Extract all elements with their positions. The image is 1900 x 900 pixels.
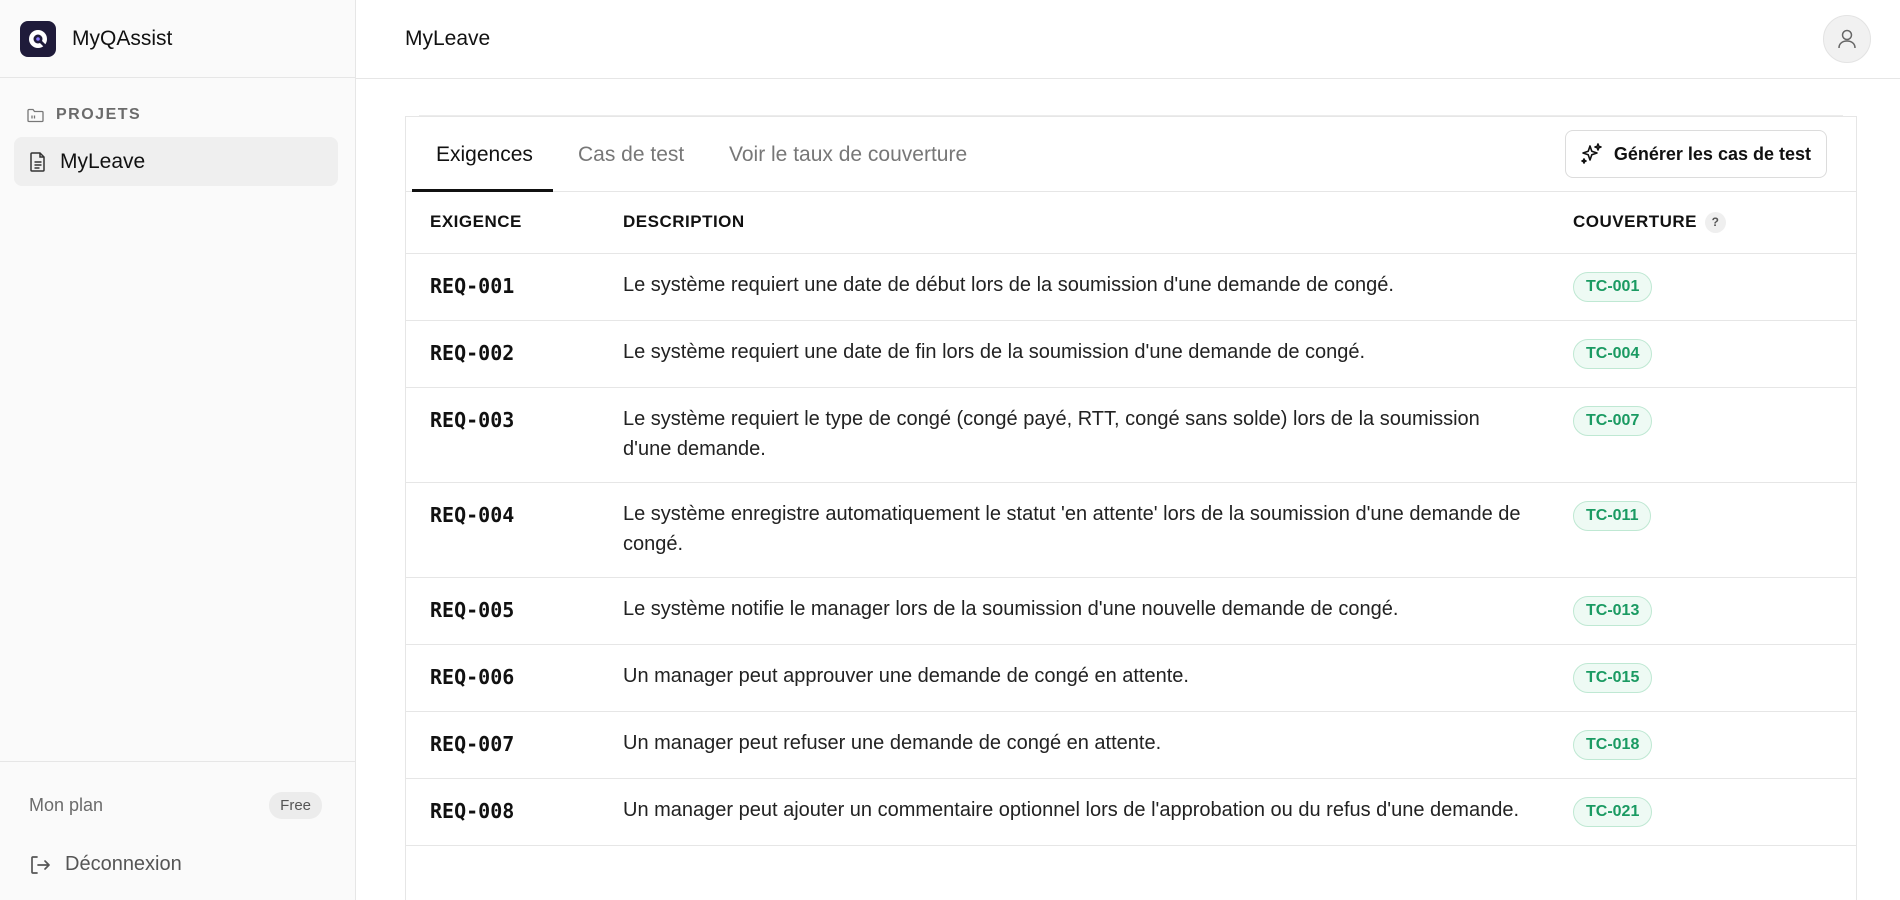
brand[interactable]: MyQAssist [0, 0, 355, 78]
sidebar-item-label: MyLeave [60, 149, 146, 173]
sidebar-item-myleave[interactable]: MyLeave [14, 137, 338, 186]
logout-icon [31, 855, 50, 874]
active-tab-indicator [412, 189, 553, 192]
generate-button-label: Générer les cas de test [1613, 143, 1811, 164]
requirements-table: EXIGENCE DESCRIPTION COUVERTURE? REQ-001… [406, 192, 1856, 846]
coverage-badge[interactable]: TC-013 [1573, 595, 1653, 626]
column-header-exigence: EXIGENCE [430, 212, 522, 232]
plan-label: Mon plan [29, 794, 104, 815]
coverage-cell: TC-015 [1573, 644, 1856, 711]
coverage-cell: TC-007 [1573, 387, 1856, 482]
plan-badge: Free [269, 791, 322, 819]
table-row[interactable]: REQ-004 Le système enregistre automatique… [406, 482, 1856, 577]
coverage-cell: TC-018 [1573, 711, 1856, 778]
requirement-id: REQ-005 [430, 597, 515, 622]
coverage-badge[interactable]: TC-007 [1573, 405, 1653, 436]
page-title: MyLeave [405, 27, 491, 50]
help-icon[interactable]: ? [1705, 211, 1727, 233]
requirements-card: Exigences Cas de test Voir le taux de co… [405, 116, 1857, 900]
section-label-text: PROJETS [56, 106, 142, 123]
app-name: MyQAssist [72, 26, 173, 50]
top-header: MyLeave [356, 0, 1900, 79]
projects-section-label: PROJETS [27, 106, 141, 124]
logout-label: Déconnexion [65, 853, 182, 875]
sidebar: MyQAssist PROJETS MyLeave Mon plan Free … [0, 0, 356, 900]
coverage-cell: TC-011 [1573, 482, 1856, 577]
generate-test-cases-button[interactable]: Générer les cas de test [1564, 130, 1827, 178]
coverage-cell: TC-021 [1573, 778, 1856, 845]
sparkles-icon [1581, 143, 1602, 164]
table-row[interactable]: REQ-001 Le système requiert une date de d… [406, 253, 1856, 320]
table-row[interactable]: REQ-005 Le système notifie le manager lor… [406, 577, 1856, 644]
app-logo-icon [20, 20, 56, 57]
coverage-cell: TC-001 [1573, 253, 1856, 320]
column-header-couverture: COUVERTURE? [1573, 192, 1856, 253]
coverage-badge[interactable]: TC-021 [1573, 796, 1653, 827]
user-menu-button[interactable] [1823, 15, 1871, 63]
requirement-id: REQ-007 [430, 731, 515, 756]
coverage-badge[interactable]: TC-011 [1573, 500, 1652, 531]
tab-exigences[interactable]: Exigences [436, 117, 533, 192]
plan-row[interactable]: Mon plan Free [29, 790, 322, 820]
requirement-id: REQ-002 [430, 340, 515, 365]
coverage-badge[interactable]: TC-004 [1573, 338, 1653, 369]
table-row[interactable]: REQ-007 Un manager peut refuser une deman… [406, 711, 1856, 778]
requirement-id: REQ-008 [430, 798, 515, 823]
requirement-id: REQ-004 [430, 502, 515, 527]
requirement-description: Le système requiert une date de début lo… [623, 273, 1394, 296]
requirement-description: Le système requiert une date de fin lors… [623, 340, 1366, 363]
requirement-description: Un manager peut approuver une demande de… [623, 664, 1189, 687]
table-header-row: EXIGENCE DESCRIPTION COUVERTURE? [406, 192, 1856, 253]
coverage-badge[interactable]: TC-001 [1573, 271, 1653, 302]
table-row[interactable]: REQ-003 Le système requiert le type de co… [406, 387, 1856, 482]
coverage-badge[interactable]: TC-015 [1573, 662, 1653, 693]
requirement-description: Un manager peut refuser une demande de c… [623, 731, 1162, 754]
coverage-badge[interactable]: TC-018 [1573, 729, 1653, 760]
requirement-id: REQ-001 [430, 273, 515, 298]
table-row[interactable]: REQ-006 Un manager peut approuver une dem… [406, 644, 1856, 711]
column-header-description: DESCRIPTION [623, 212, 745, 232]
document-icon [30, 151, 45, 172]
logout-button[interactable]: Déconnexion [29, 853, 182, 876]
tab-cas-de-test[interactable]: Cas de test [578, 117, 684, 192]
coverage-cell: TC-004 [1573, 320, 1856, 387]
requirement-description: Un manager peut ajouter un commentaire o… [623, 798, 1519, 821]
table-body: REQ-001 Le système requiert une date de d… [406, 253, 1856, 845]
requirement-id: REQ-003 [430, 407, 515, 432]
column-header-couverture-label: COUVERTURE [1573, 211, 1698, 231]
requirement-description: Le système enregistre automatiquement le… [623, 502, 1521, 555]
requirement-description: Le système notifie le manager lors de la… [623, 597, 1399, 620]
coverage-cell: TC-013 [1573, 577, 1856, 644]
tab-couverture[interactable]: Voir le taux de couverture [729, 117, 967, 192]
table-row[interactable]: REQ-002 Le système requiert une date de f… [406, 320, 1856, 387]
user-icon [1838, 29, 1856, 49]
sidebar-footer: Mon plan Free Déconnexion [0, 761, 355, 900]
table-row[interactable]: REQ-008 Un manager peut ajouter un commen… [406, 778, 1856, 845]
tab-bar: Exigences Cas de test Voir le taux de co… [406, 117, 1856, 192]
folder-icon [27, 108, 44, 122]
requirement-description: Le système requiert le type de congé (co… [623, 407, 1480, 460]
requirement-id: REQ-006 [430, 664, 515, 689]
